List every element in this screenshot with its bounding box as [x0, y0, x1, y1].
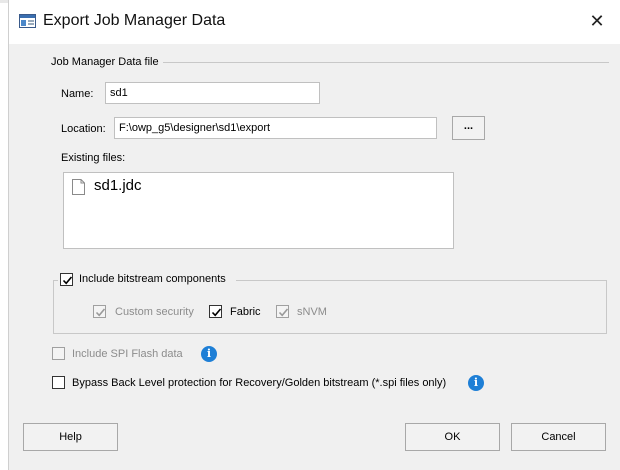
fabric-checkbox[interactable]	[209, 305, 222, 318]
data-file-group-line	[163, 62, 609, 63]
info-icon[interactable]: i	[201, 346, 217, 362]
snvm-label: sNVM	[297, 306, 327, 318]
bitstream-checkbox[interactable]	[60, 273, 73, 286]
location-field[interactable]	[114, 117, 437, 139]
spi-flash-label: Include SPI Flash data	[72, 348, 183, 360]
checkmark-icon	[62, 276, 73, 285]
snvm-checkbox[interactable]	[276, 305, 289, 318]
close-icon[interactable]: ✕	[587, 11, 607, 31]
file-name: sd1.jdc	[94, 177, 142, 194]
title-bar: Export Job Manager Data ✕	[9, 0, 620, 44]
bitstream-header: Include bitstream components	[58, 272, 236, 288]
spi-flash-checkbox[interactable]	[52, 347, 65, 360]
data-file-group-label: Job Manager Data file	[51, 56, 159, 68]
existing-files-label: Existing files:	[61, 152, 126, 164]
help-button[interactable]: Help	[23, 423, 118, 451]
file-icon	[72, 179, 85, 195]
custom-security-checkbox[interactable]	[93, 305, 106, 318]
existing-files-list[interactable]: sd1.jdc	[63, 172, 454, 249]
cancel-button[interactable]: Cancel	[511, 423, 606, 451]
bitstream-label: Include bitstream components	[79, 273, 226, 285]
fabric-label: Fabric	[230, 306, 261, 318]
bypass-checkbox[interactable]	[52, 376, 65, 389]
checkmark-icon	[211, 308, 222, 317]
info-icon[interactable]: i	[468, 375, 484, 391]
checkmark-icon	[278, 308, 289, 317]
export-dialog: Export Job Manager Data ✕ Job Manager Da…	[8, 0, 620, 470]
ok-button[interactable]: OK	[405, 423, 500, 451]
browse-button[interactable]: ...	[452, 116, 485, 140]
name-field[interactable]	[105, 82, 320, 104]
bypass-label: Bypass Back Level protection for Recover…	[72, 377, 447, 389]
name-label: Name:	[61, 88, 94, 100]
custom-security-label: Custom security	[115, 306, 194, 318]
checkmark-icon	[95, 308, 106, 317]
window-app-icon	[19, 14, 36, 28]
dialog-title: Export Job Manager Data	[43, 12, 226, 29]
location-label: Location:	[61, 123, 106, 135]
